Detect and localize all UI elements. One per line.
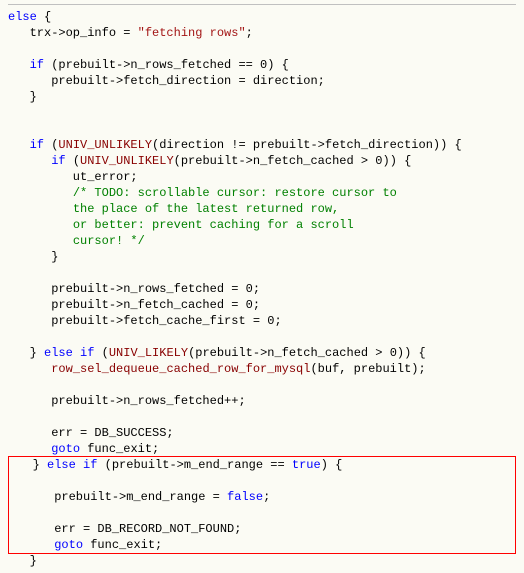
code-line bbox=[8, 105, 516, 121]
code-line: prebuilt->n_rows_fetched = 0; bbox=[8, 281, 516, 297]
code-line: prebuilt->fetch_cache_first = 0; bbox=[8, 313, 516, 329]
code-line bbox=[8, 409, 516, 425]
code-line: } else if (UNIV_LIKELY(prebuilt->n_fetch… bbox=[8, 345, 516, 361]
code-line: err = DB_SUCCESS; bbox=[8, 425, 516, 441]
code-line: if (UNIV_UNLIKELY(prebuilt->n_fetch_cach… bbox=[8, 153, 516, 169]
code-line: if (prebuilt->n_rows_fetched == 0) { bbox=[8, 57, 516, 73]
code-line: /* TODO: scrollable cursor: restore curs… bbox=[8, 185, 516, 201]
code-line: goto func_exit; bbox=[8, 441, 516, 457]
code-line: else { bbox=[8, 9, 516, 25]
code-line: prebuilt->m_end_range = false; bbox=[11, 489, 513, 505]
code-line bbox=[8, 377, 516, 393]
code-line: or better: prevent caching for a scroll bbox=[8, 217, 516, 233]
code-block: else { trx->op_info = "fetching rows"; i… bbox=[8, 9, 516, 457]
code-after: } bbox=[8, 553, 516, 569]
code-line: } bbox=[8, 89, 516, 105]
top-divider bbox=[8, 4, 516, 5]
code-line bbox=[8, 329, 516, 345]
code-line: prebuilt->n_rows_fetched++; bbox=[8, 393, 516, 409]
code-line: } bbox=[8, 249, 516, 265]
code-line: cursor! */ bbox=[8, 233, 516, 249]
code-line: if (UNIV_UNLIKELY(direction != prebuilt-… bbox=[8, 137, 516, 153]
highlighted-code: } else if (prebuilt->m_end_range == true… bbox=[8, 456, 516, 554]
code-line: ut_error; bbox=[8, 169, 516, 185]
code-line: prebuilt->fetch_direction = direction; bbox=[8, 73, 516, 89]
code-line bbox=[11, 505, 513, 521]
code-line: the place of the latest returned row, bbox=[8, 201, 516, 217]
code-line: trx->op_info = "fetching rows"; bbox=[8, 25, 516, 41]
code-line: prebuilt->n_fetch_cached = 0; bbox=[8, 297, 516, 313]
code-line bbox=[8, 41, 516, 57]
code-line bbox=[8, 121, 516, 137]
code-line: row_sel_dequeue_cached_row_for_mysql(buf… bbox=[8, 361, 516, 377]
code-line bbox=[8, 265, 516, 281]
code-line: err = DB_RECORD_NOT_FOUND; bbox=[11, 521, 513, 537]
code-line: } else if (prebuilt->m_end_range == true… bbox=[11, 457, 513, 473]
code-line: } bbox=[8, 553, 516, 569]
code-line bbox=[11, 473, 513, 489]
